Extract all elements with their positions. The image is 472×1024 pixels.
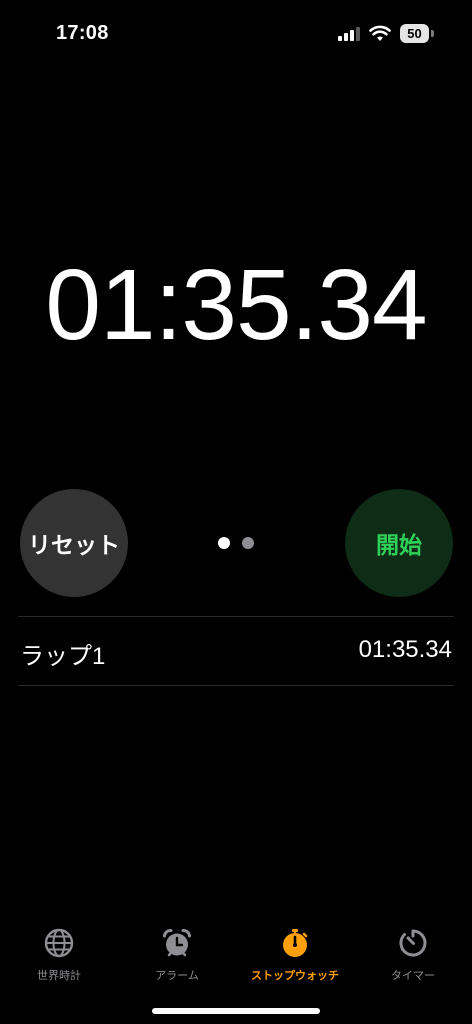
wifi-icon [369,25,391,41]
alarm-clock-icon [163,929,191,957]
tab-alarm[interactable]: アラーム [118,920,236,990]
tab-label: ストップウォッチ [251,970,339,982]
page-indicator[interactable] [218,537,258,549]
stopwatch-display: 01:35.34 [45,249,427,361]
page-dot-active [218,537,230,549]
battery-icon: 50 [400,24,434,43]
tab-stopwatch[interactable]: ストップウォッチ [236,920,354,990]
lap-time: 01:35.34 [358,636,452,663]
tab-bar: 世界時計 アラーム ストップウォッチ タイマー [0,920,472,990]
start-button[interactable]: 開始 [345,489,453,597]
page-dot-inactive [242,537,254,549]
tab-timer[interactable]: タイマー [354,920,472,990]
globe-icon [44,928,74,958]
lap-label: ラップ1 [20,643,106,670]
lap-row: ラップ1 01:35.34 [0,617,472,685]
home-indicator[interactable] [152,1008,320,1014]
cellular-signal-icon [338,27,360,41]
lap-divider-bottom [18,685,454,686]
status-bar: 17:08 50 [0,0,472,70]
reset-button[interactable]: リセット [20,489,128,597]
tab-world-clock[interactable]: 世界時計 [0,920,118,990]
battery-level: 50 [407,26,422,41]
tab-label: タイマー [391,970,435,982]
stopwatch-icon [283,929,308,957]
timer-icon [399,929,427,957]
status-time: 17:08 [56,22,109,44]
tab-label: 世界時計 [37,970,81,982]
tab-label: アラーム [155,970,199,982]
